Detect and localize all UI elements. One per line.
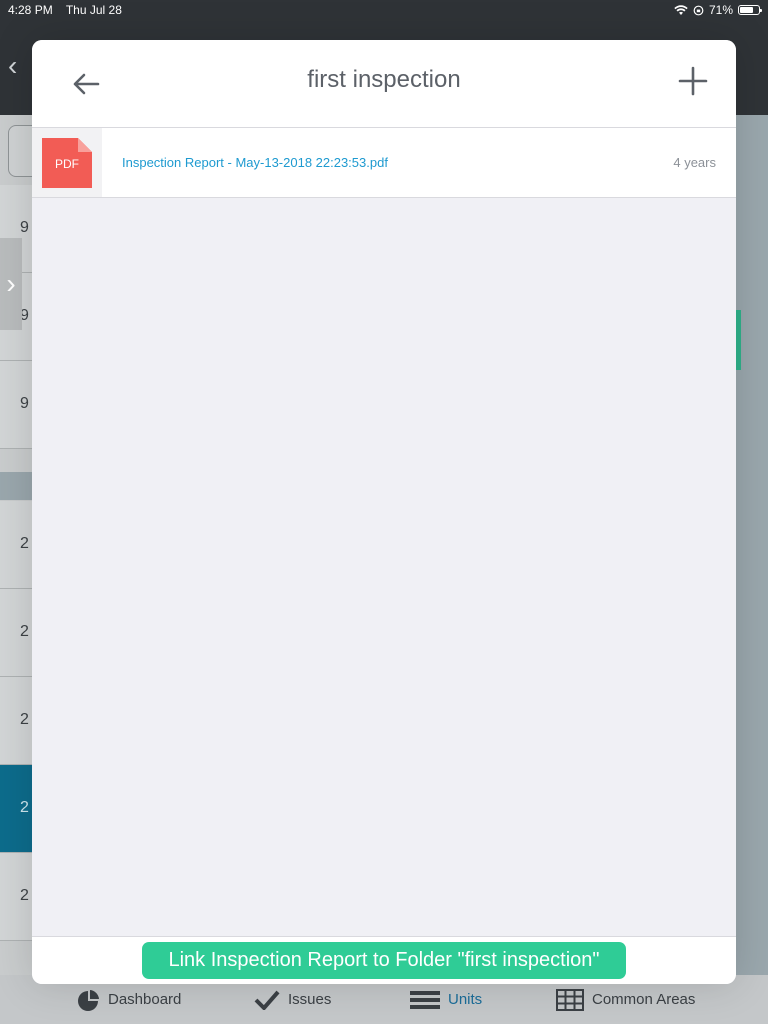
background-row-number: 2	[20, 887, 29, 904]
tab-label: Dashboard	[108, 991, 182, 1008]
grid-icon	[556, 988, 584, 1011]
background-row-number: 9	[20, 395, 29, 412]
status-bar: 4:28 PM Thu Jul 28 71%	[0, 0, 768, 20]
background-row-number: 2	[20, 711, 29, 728]
modal-header: first inspection	[32, 40, 736, 128]
background-row-number: 2	[20, 535, 29, 552]
wifi-icon	[674, 4, 688, 15]
checkmark-icon	[254, 990, 280, 1010]
file-thumbnail: PDF	[32, 128, 102, 197]
background-row-number: 2	[20, 623, 29, 640]
link-report-to-folder-button[interactable]: Link Inspection Report to Folder "first …	[142, 942, 626, 979]
background-row-number: 2	[20, 799, 29, 816]
status-date: Thu Jul 28	[65, 3, 122, 17]
background-right-panel	[736, 115, 768, 975]
battery-icon	[738, 5, 762, 15]
status-time: 4:28 PM	[8, 3, 53, 17]
battery-percent: 71%	[708, 3, 733, 17]
tab-label: Common Areas	[592, 991, 696, 1008]
file-age: 4 years	[673, 155, 716, 170]
modal-title: first inspection	[307, 66, 461, 93]
file-row[interactable]: PDF Inspection Report - May-13-2018 22:2…	[32, 128, 736, 198]
tab-label: Units	[448, 991, 483, 1008]
list-icon	[410, 990, 440, 1009]
pdf-type-label: PDF	[55, 157, 79, 171]
app-back-chevron-icon: ‹	[8, 50, 18, 81]
dashboard-icon	[78, 989, 99, 1011]
sidebar-handle-chevron-icon: ›	[0, 238, 22, 330]
tab-label: Issues	[288, 991, 332, 1008]
orientation-lock-icon	[693, 5, 704, 15]
modal-footer: Link Inspection Report to Folder "first …	[32, 936, 736, 984]
folder-modal: first inspection PDF Inspection Report -…	[32, 40, 736, 984]
background-row-number: 9	[20, 219, 29, 236]
file-name-link[interactable]: Inspection Report - May-13-2018 22:23:53…	[122, 155, 388, 170]
add-plus-icon[interactable]	[678, 66, 708, 96]
